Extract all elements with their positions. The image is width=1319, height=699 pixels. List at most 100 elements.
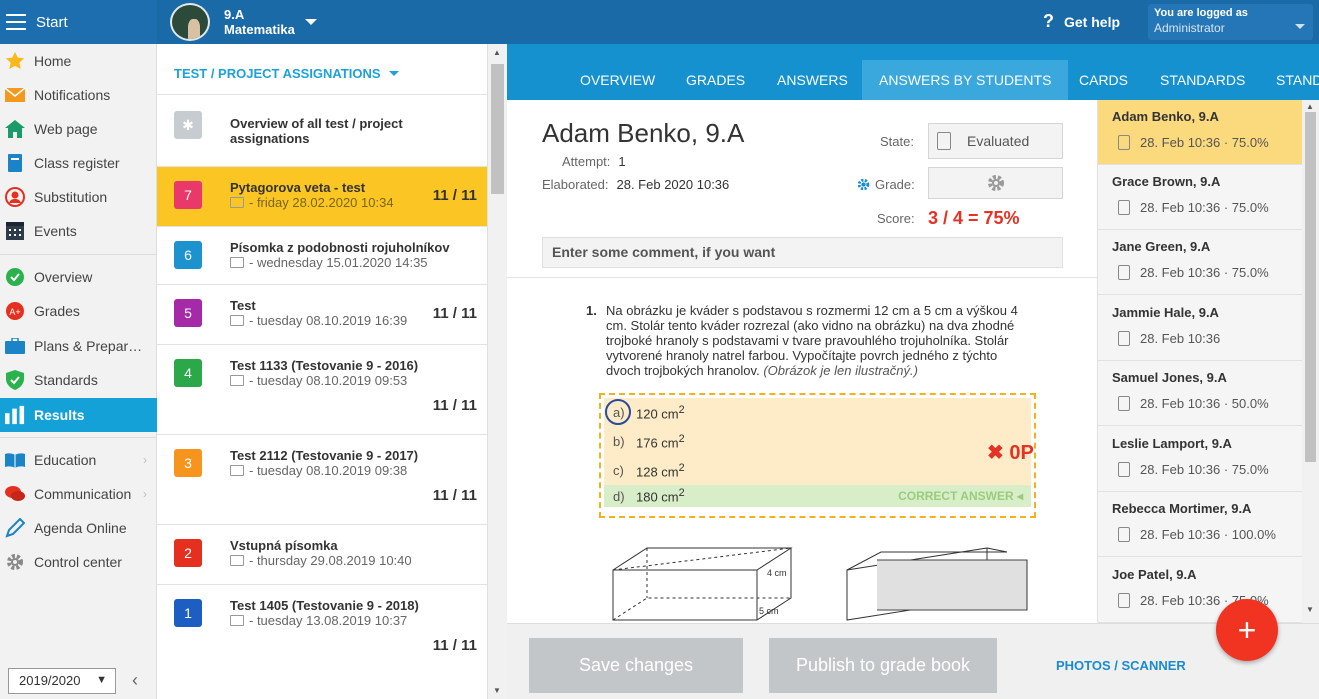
sidebar-item-notifications[interactable]: Notifications bbox=[0, 79, 157, 111]
logged-label: You are logged as bbox=[1154, 7, 1248, 19]
answer-option-c[interactable]: c) 128 cm2 bbox=[604, 456, 1031, 485]
state-select[interactable]: Evaluated bbox=[928, 123, 1063, 159]
action-bar: Save changes Publish to grade book PHOTO… bbox=[507, 623, 1319, 699]
star-icon bbox=[5, 51, 25, 71]
tab-overview[interactable]: OVERVIEW bbox=[563, 60, 672, 100]
person-icon bbox=[5, 187, 25, 207]
sidebar-item-grades[interactable]: A+ Grades bbox=[0, 295, 157, 327]
tab-cards[interactable]: CARDS bbox=[1062, 60, 1145, 100]
list-item[interactable]: 3 Test 2112 (Testovanie 9 - 2017) - tues… bbox=[157, 434, 487, 524]
chevron-right-icon: › bbox=[143, 487, 147, 501]
assignation-list: TEST / PROJECT ASSIGNATIONS ✱ Overview o… bbox=[157, 44, 487, 699]
collapse-sidebar-icon[interactable]: ‹ bbox=[132, 670, 138, 691]
check-circle-icon bbox=[5, 267, 25, 287]
sidebar-item-agenda-online[interactable]: Agenda Online bbox=[0, 512, 157, 544]
start-menu-button[interactable]: Start bbox=[0, 0, 157, 44]
sidebar-item-substitution[interactable]: Substitution bbox=[0, 181, 157, 213]
sidebar-item-events[interactable]: Events bbox=[0, 215, 157, 247]
document-icon bbox=[1118, 200, 1130, 215]
sidebar-item-plans[interactable]: Plans & Preparations bbox=[0, 330, 157, 362]
class-selector[interactable]: 9.A Matematika bbox=[170, 3, 317, 41]
book-icon bbox=[5, 153, 25, 173]
list-item[interactable]: 7 Pytagorova veta - test - friday 28.02.… bbox=[157, 166, 487, 226]
assignation-list-header[interactable]: TEST / PROJECT ASSIGNATIONS bbox=[174, 66, 399, 81]
student-item[interactable]: Leslie Lamport, 9.A 28. Feb 10:36 · 75.0… bbox=[1098, 427, 1303, 492]
user-menu[interactable]: You are logged as Administrator bbox=[1148, 4, 1313, 40]
school-year-select[interactable]: 2019/2020 ▼ bbox=[8, 668, 116, 694]
answer-options: a) 120 cm2 b) 176 cm2 c) 128 cm2 d) 180 … bbox=[599, 393, 1036, 518]
grade-select[interactable] bbox=[928, 167, 1063, 199]
sidebar-item-web-page[interactable]: Web page bbox=[0, 113, 157, 145]
grade-label-wrap: Grade: bbox=[857, 177, 915, 192]
photos-scanner-link[interactable]: PHOTOS / SCANNER bbox=[1056, 658, 1186, 673]
list-item[interactable]: 4 Test 1133 (Testovanie 9 - 2016) - tues… bbox=[157, 344, 487, 434]
list-item[interactable]: 5 Test - tuesday 08.10.2019 16:39 11 / 1… bbox=[157, 284, 487, 344]
document-icon bbox=[1118, 593, 1130, 608]
scroll-down-icon[interactable]: ▼ bbox=[1306, 605, 1314, 614]
student-item[interactable]: Jammie Hale, 9.A 28. Feb 10:36 bbox=[1098, 296, 1303, 361]
start-label: Start bbox=[36, 13, 68, 31]
list-item-number: 2 bbox=[174, 539, 202, 567]
scroll-up-icon[interactable]: ▲ bbox=[493, 48, 501, 57]
gear-icon bbox=[5, 552, 25, 572]
student-item[interactable]: Jane Green, 9.A 28. Feb 10:36 · 75.0% bbox=[1098, 230, 1303, 295]
question-icon: ? bbox=[1043, 11, 1054, 31]
document-icon bbox=[1118, 527, 1130, 542]
subject-name: Matematika bbox=[224, 22, 295, 37]
document-icon bbox=[1118, 331, 1130, 346]
student-item[interactable]: Grace Brown, 9.A 28. Feb 10:36 · 75.0% bbox=[1098, 165, 1303, 230]
add-button[interactable]: + bbox=[1216, 599, 1278, 661]
sidebar-item-education[interactable]: Education › bbox=[0, 444, 157, 476]
scroll-up-icon[interactable]: ▲ bbox=[1306, 102, 1314, 111]
list-item[interactable]: 6 Písomka z podobnosti rojuholníkov - we… bbox=[157, 226, 487, 284]
list-item[interactable]: 2 Vstupná písomka - thursday 29.08.2019 … bbox=[157, 524, 487, 584]
monitor-icon bbox=[230, 555, 244, 566]
student-item[interactable]: Samuel Jones, 9.A 28. Feb 10:36 · 50.0% bbox=[1098, 361, 1303, 426]
bar-chart-icon bbox=[5, 405, 25, 425]
monitor-icon bbox=[230, 375, 244, 386]
sidebar-item-standards[interactable]: Standards bbox=[0, 364, 157, 396]
sidebar-item-control-center[interactable]: Control center bbox=[0, 546, 157, 578]
scroll-down-icon[interactable]: ▼ bbox=[493, 686, 501, 695]
list-item[interactable]: 1 Test 1405 (Testovanie 9 - 2018) - tues… bbox=[157, 584, 487, 674]
house-icon bbox=[5, 119, 25, 139]
shield-icon bbox=[5, 370, 25, 390]
tab-grades[interactable]: GRADES bbox=[669, 60, 762, 100]
scrollbar-thumb[interactable] bbox=[1305, 112, 1316, 462]
save-changes-button[interactable]: Save changes bbox=[529, 638, 743, 693]
sidebar-item-home[interactable]: Home bbox=[0, 45, 157, 77]
puzzle-icon: ✱ bbox=[174, 111, 202, 139]
tab-answers[interactable]: ANSWERS bbox=[760, 60, 865, 100]
sidebar-item-class-register[interactable]: Class register bbox=[0, 147, 157, 179]
sidebar-item-results[interactable]: Results bbox=[0, 398, 157, 432]
tab-standards-overflow[interactable]: STAND bbox=[1259, 60, 1319, 100]
answer-option-d[interactable]: d) 180 cm2 CORRECT ANSWER ◂ bbox=[604, 485, 1031, 507]
selected-answer-marker bbox=[605, 399, 631, 425]
monitor-icon bbox=[230, 615, 244, 626]
points-indicator: ✖ 0P bbox=[987, 442, 1034, 464]
student-item[interactable]: Adam Benko, 9.A 28. Feb 10:36 · 75.0% bbox=[1098, 100, 1303, 165]
attempt-label: Attempt: bbox=[562, 154, 611, 169]
scrollbar-thumb[interactable] bbox=[491, 64, 504, 194]
monitor-icon bbox=[230, 257, 244, 268]
score-label: Score: bbox=[877, 211, 915, 226]
list-item-number: 4 bbox=[174, 359, 202, 387]
tab-standards[interactable]: STANDARDS bbox=[1143, 60, 1262, 100]
answer-option-a[interactable]: a) 120 cm2 bbox=[604, 398, 1031, 427]
overview-all-row[interactable]: ✱ Overview of all test / project assigna… bbox=[157, 94, 487, 166]
list-scrollbar[interactable]: ▲ ▼ bbox=[487, 44, 507, 699]
publish-to-grade-book-button[interactable]: Publish to grade book bbox=[769, 638, 997, 693]
question-note: (Obrázok je len ilustračný.) bbox=[763, 363, 918, 378]
figure-depth-label: 5 cm bbox=[759, 606, 779, 616]
pencil-icon bbox=[5, 518, 25, 538]
tab-answers-by-students[interactable]: ANSWERS BY STUDENTS bbox=[862, 60, 1069, 100]
sidebar-divider bbox=[0, 437, 157, 438]
sidebar-item-overview[interactable]: Overview bbox=[0, 261, 157, 293]
answer-option-b[interactable]: b) 176 cm2 bbox=[604, 427, 1031, 456]
student-item[interactable]: Rebecca Mortimer, 9.A 28. Feb 10:36 · 10… bbox=[1098, 492, 1303, 557]
sidebar-item-communication[interactable]: Communication › bbox=[0, 478, 157, 510]
comment-input[interactable]: Enter some comment, if you want bbox=[542, 237, 1063, 268]
calendar-icon bbox=[5, 221, 25, 241]
student-list-scrollbar[interactable]: ▲ ▼ bbox=[1302, 100, 1319, 623]
get-help-button[interactable]: ? Get help bbox=[1043, 11, 1120, 32]
